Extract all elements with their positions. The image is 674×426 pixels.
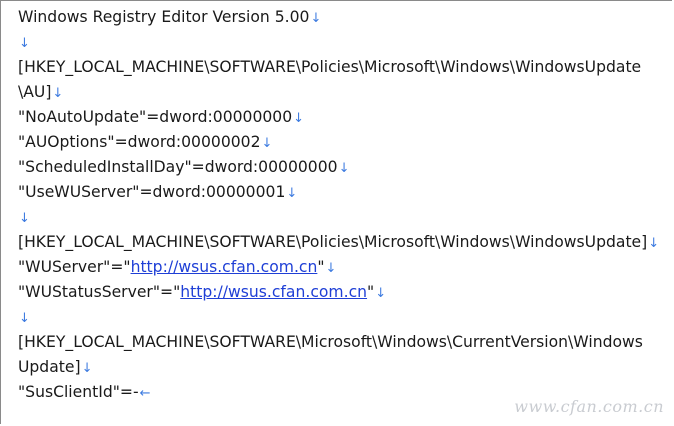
text-line: [HKEY_LOCAL_MACHINE\SOFTWARE\Policies\Mi… [18,233,660,251]
text-line: ↓ [18,30,668,55]
text-line: [HKEY_LOCAL_MACHINE\SOFTWARE\Policies\Mi… [18,58,642,76]
paragraph-mark-icon: ↓ [81,361,93,376]
text-line: "NoAutoUpdate"=dword:00000000↓ [18,108,305,126]
document-page: Windows Registry Editor Version 5.00↓ ↓ … [0,0,672,424]
wuserver-link[interactable]: http://wsus.cfan.com.cn [131,258,318,276]
text-line: "ScheduledInstallDay"=dword:00000000↓ [18,158,350,176]
paragraph-mark-icon: ↓ [52,86,64,101]
paragraph-mark-icon: ↓ [19,36,30,51]
end-of-document-mark-icon: ← [139,386,151,401]
text-line: ↓ [18,305,668,330]
text-line: "UseWUServer"=dword:00000001↓ [18,183,298,201]
wustatusserver-link[interactable]: http://wsus.cfan.com.cn [180,283,367,301]
paragraph-mark-icon: ↓ [338,161,350,176]
text-line: "WUServer"="http://wsus.cfan.com.cn"↓ [18,258,337,276]
paragraph-mark-icon: ↓ [310,11,322,26]
paragraph-mark-icon: ↓ [19,311,30,326]
text-line: Update]↓ [18,358,93,376]
text-line: Windows Registry Editor Version 5.00↓ [18,8,322,26]
text-line: [HKEY_LOCAL_MACHINE\SOFTWARE\Microsoft\W… [18,333,643,351]
paragraph-mark-icon: ↓ [325,261,337,276]
text-line: "AUOptions"=dword:00000002↓ [18,133,273,151]
paragraph-mark-icon: ↓ [648,236,660,251]
watermark: www.cfan.com.cn [514,397,664,416]
paragraph-mark-icon: ↓ [286,186,298,201]
text-line: "WUStatusServer"="http://wsus.cfan.com.c… [18,283,387,301]
document-body[interactable]: Windows Registry Editor Version 5.00↓ ↓ … [18,5,668,405]
paragraph-mark-icon: ↓ [19,211,30,226]
paragraph-mark-icon: ↓ [261,136,273,151]
paragraph-mark-icon: ↓ [293,111,305,126]
text-line: ↓ [18,205,668,230]
text-line: \AU]↓ [18,83,64,101]
paragraph-mark-icon: ↓ [375,286,387,301]
